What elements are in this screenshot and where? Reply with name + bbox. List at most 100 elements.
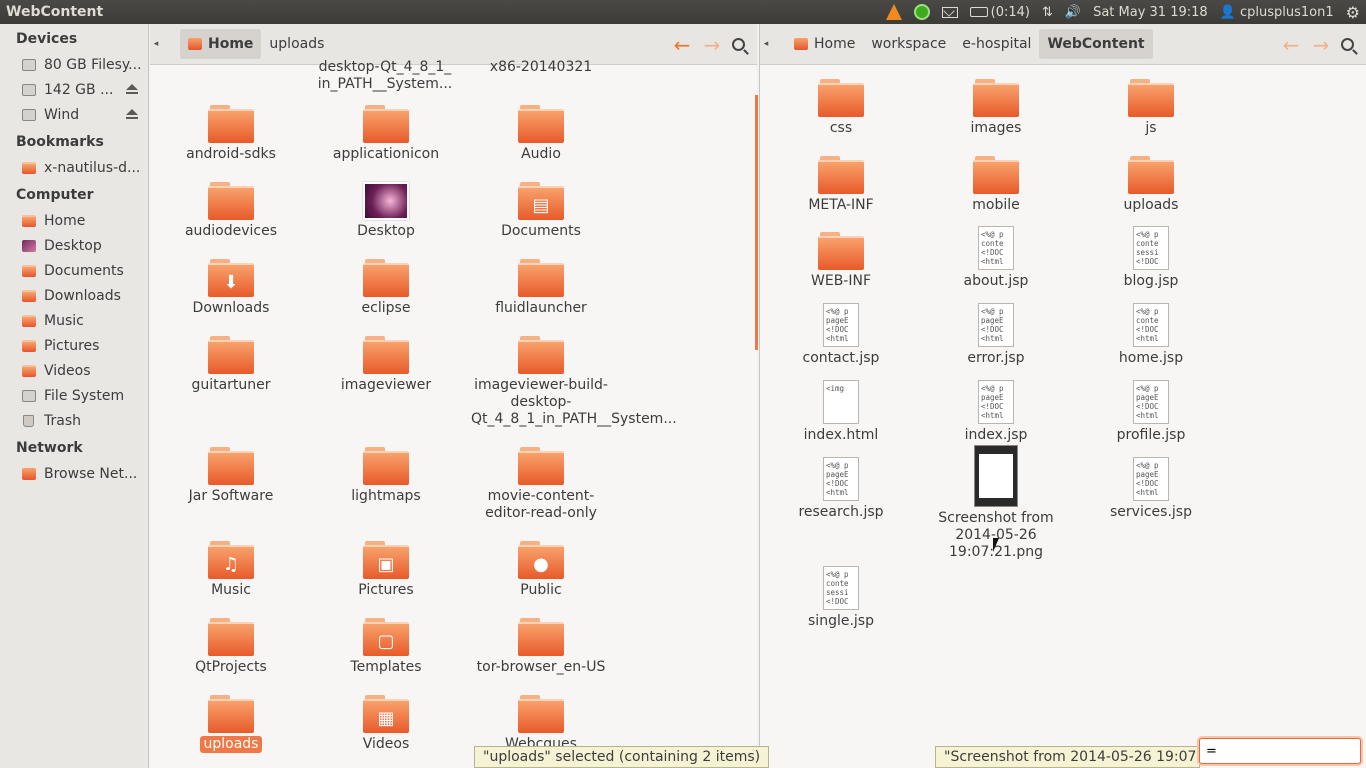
file-item[interactable]: <%@ p pageE <!DOC <html services.jsp: [1076, 457, 1226, 521]
file-item[interactable]: Desktop: [311, 182, 461, 240]
file-item[interactable]: uploads: [1076, 156, 1226, 214]
file-item[interactable]: ● Public: [466, 541, 616, 599]
vlc-icon[interactable]: [880, 0, 908, 24]
file-item[interactable]: ▣ Pictures: [311, 541, 461, 599]
forward-arrow-icon[interactable]: →: [1311, 33, 1331, 57]
left-file-grid[interactable]: desktop-Qt_4_8_1_ in_PATH__System... x86…: [150, 59, 757, 768]
folder-icon: [363, 259, 409, 297]
file-item[interactable]: ⬇ Downloads: [156, 259, 306, 317]
sidebar-section-devices: Devices: [16, 31, 78, 47]
sidebar-item-music[interactable]: Music: [0, 308, 148, 333]
user-menu[interactable]: 👤 cplusplus1on1: [1214, 0, 1340, 24]
home-icon: [794, 38, 808, 50]
eject-icon[interactable]: [126, 109, 138, 119]
file-item[interactable]: ▦ Videos: [311, 695, 461, 753]
sidebar-item-home[interactable]: Home: [0, 208, 148, 233]
folder-icon: [22, 289, 36, 302]
sidebar-item-142gb[interactable]: 142 GB ...: [0, 77, 148, 102]
forward-arrow-icon[interactable]: →: [702, 33, 722, 57]
file-item[interactable]: Audio: [466, 105, 616, 163]
search-icon[interactable]: [732, 38, 745, 51]
file-item[interactable]: fluidlauncher: [466, 259, 616, 317]
sidebar-item-documents[interactable]: Documents: [0, 258, 148, 283]
file-item[interactable]: <%@ p conte sessi <!DOC blog.jsp: [1076, 226, 1226, 290]
file-item[interactable]: <%@ p conte sessi <!DOC single.jsp: [766, 566, 916, 630]
file-item[interactable]: mobile: [921, 156, 1071, 214]
file-label: imageviewer-build-desktop-Qt_4_8_1_in_PA…: [471, 377, 677, 427]
crumb-home[interactable]: Home: [180, 29, 262, 59]
file-item[interactable]: eclipse: [311, 259, 461, 317]
battery-icon: [969, 7, 988, 17]
file-item[interactable]: tor-browser_en-US: [466, 618, 616, 676]
sidebar-item-videos[interactable]: Videos: [0, 358, 148, 383]
sidebar-item-bookmark[interactable]: x-nautilus-d...: [0, 155, 148, 180]
microphone-icon[interactable]: [908, 0, 936, 24]
file-item-cut[interactable]: x86-20140321: [466, 59, 616, 76]
file-item[interactable]: android-sdks: [156, 105, 306, 163]
file-item[interactable]: images: [921, 79, 1071, 137]
network-icon[interactable]: ⇅: [1036, 0, 1059, 24]
file-item[interactable]: ♫ Music: [156, 541, 306, 599]
file-item[interactable]: ▤ Documents: [466, 182, 616, 240]
crumb-home[interactable]: Home: [786, 29, 863, 59]
right-file-grid[interactable]: css images js META-INF mobile uploads WEB-INF <…: [760, 65, 1366, 768]
file-item[interactable]: <%@ p conte <!DOC <html home.jsp: [1076, 303, 1226, 367]
file-item[interactable]: Webcques: [466, 695, 616, 753]
file-item[interactable]: js: [1076, 79, 1226, 137]
file-item[interactable]: imageviewer-build-desktop-Qt_4_8_1_in_PA…: [466, 336, 677, 428]
sidebar-item-trash[interactable]: Trash: [0, 408, 148, 433]
file-item[interactable]: Jar Software: [156, 447, 306, 505]
file-item[interactable]: <%@ p pageE <!DOC <html error.jsp: [921, 303, 1071, 367]
sidebar-item-label: Music: [44, 312, 84, 329]
left-pane[interactable]: ◂ Home uploads ← → desktop-Qt_4_8_1_ in_…: [150, 24, 757, 768]
scrollbar[interactable]: [755, 95, 758, 350]
file-item[interactable]: guitartuner: [156, 336, 306, 394]
file-item[interactable]: <%@ p conte <!DOC <html about.jsp: [921, 226, 1071, 290]
eject-icon[interactable]: [126, 84, 138, 94]
mail-icon[interactable]: [936, 0, 964, 24]
file-item[interactable]: <%@ p pageE <!DOC <html index.jsp: [921, 380, 1071, 444]
file-label: Videos: [362, 736, 410, 752]
crumb-uploads[interactable]: uploads: [261, 29, 332, 59]
file-item-cut[interactable]: desktop-Qt_4_8_1_ in_PATH__System...: [310, 59, 460, 93]
search-icon[interactable]: [1341, 38, 1354, 51]
sidebar-item-80gb[interactable]: 80 GB Filesy...: [0, 52, 148, 77]
gear-icon[interactable]: ⚙: [1340, 0, 1366, 24]
file-item[interactable]: <img index.html: [766, 380, 916, 444]
clock[interactable]: Sat May 31 19:18: [1087, 0, 1214, 24]
sidebar-item-downloads[interactable]: Downloads: [0, 283, 148, 308]
battery-text: (0:14): [990, 4, 1030, 20]
file-item[interactable]: <%@ p pageE <!DOC <html profile.jsp: [1076, 380, 1226, 444]
sidebar-item-pictures[interactable]: Pictures: [0, 333, 148, 358]
typeahead-search-input[interactable]: [1199, 738, 1361, 764]
right-pane[interactable]: ◂ Home workspace e-hospital WebContent ←…: [759, 24, 1366, 768]
crumb-webcontent[interactable]: WebContent: [1039, 29, 1153, 59]
file-item[interactable]: QtProjects: [156, 618, 306, 676]
file-label: Screenshot from 2014-05-26 19:07:21.png: [938, 510, 1054, 560]
file-item[interactable]: uploads: [156, 695, 306, 753]
file-item[interactable]: WEB-INF: [766, 232, 916, 290]
file-item[interactable]: <%@ p pageE <!DOC <html contact.jsp: [766, 303, 916, 367]
right-status-bar: "Screenshot from 2014-05-26 19:07:21: [935, 746, 1200, 768]
file-item[interactable]: ▢ Templates: [311, 618, 461, 676]
back-arrow-icon[interactable]: ←: [1281, 33, 1301, 57]
crumb-scroll-left-icon[interactable]: ◂: [150, 24, 162, 64]
back-arrow-icon[interactable]: ←: [672, 33, 692, 57]
file-item[interactable]: lightmaps: [311, 447, 461, 505]
file-item[interactable]: css: [766, 79, 916, 137]
file-item[interactable]: META-INF: [766, 156, 916, 214]
file-item[interactable]: movie-content-editor-read-only: [466, 447, 616, 522]
crumb-workspace[interactable]: workspace: [863, 29, 954, 59]
sidebar-item-wind[interactable]: Wind: [0, 102, 148, 127]
sidebar-item-filesystem[interactable]: File System: [0, 383, 148, 408]
file-item[interactable]: <%@ p pageE <!DOC <html research.jsp: [766, 457, 916, 521]
file-item[interactable]: applicationicon: [311, 105, 461, 163]
sidebar-item-desktop[interactable]: Desktop: [0, 233, 148, 258]
file-item[interactable]: audiodevices: [156, 182, 306, 240]
file-item[interactable]: imageviewer: [311, 336, 461, 394]
crumb-scroll-left-icon[interactable]: ◂: [760, 24, 772, 64]
battery-indicator[interactable]: (0:14): [964, 0, 1036, 24]
sidebar-item-browse-network[interactable]: Browse Net...: [0, 461, 148, 486]
volume-icon[interactable]: 🔊: [1059, 0, 1087, 24]
crumb-e-hospital[interactable]: e-hospital: [954, 29, 1039, 59]
